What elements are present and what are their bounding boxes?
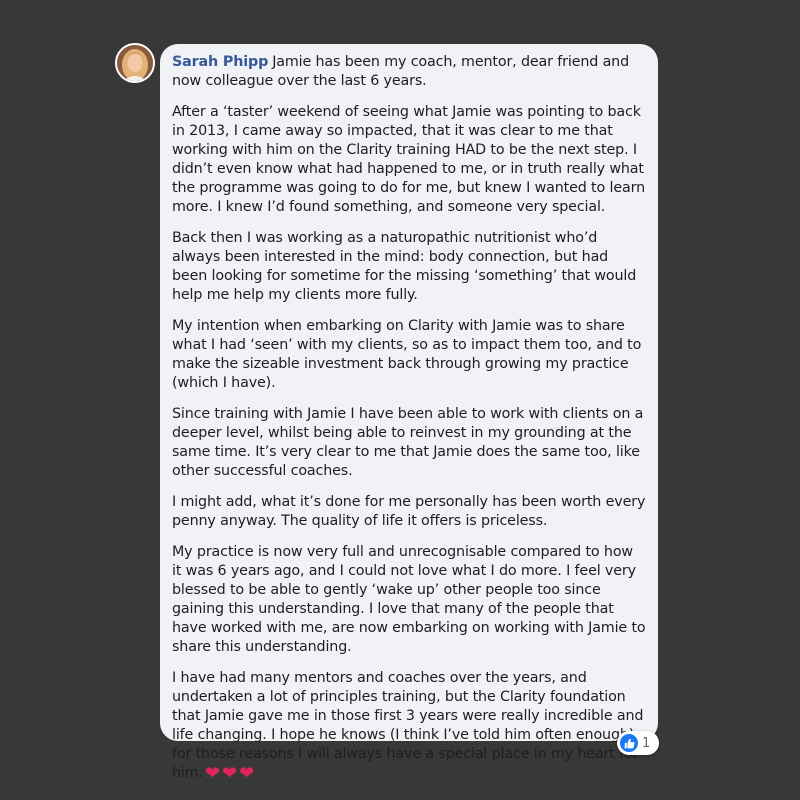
comment-paragraph: My practice is now very full and unrecog… xyxy=(172,544,646,655)
heart-emoji-icon: ❤❤❤ xyxy=(204,763,257,784)
comment-paragraph: After a ‘taster’ weekend of seeing what … xyxy=(172,104,645,215)
profile-photo-icon xyxy=(117,45,153,81)
thumbs-up-icon xyxy=(620,734,638,752)
comment-paragraph: Back then I was working as a naturopathi… xyxy=(172,230,637,303)
avatar[interactable] xyxy=(115,43,155,83)
comment-paragraph: My intention when embarking on Clarity w… xyxy=(172,318,642,391)
reaction-badge[interactable]: 1 xyxy=(617,731,659,755)
comment-intro: Sarah Phipp Jamie has been my coach, ment… xyxy=(172,53,646,91)
comment-last-paragraph: I have had many mentors and coaches over… xyxy=(172,669,646,783)
reaction-count: 1 xyxy=(642,735,651,751)
author-name[interactable]: Sarah Phipp xyxy=(172,54,268,70)
comment-paragraph: I might add, what it’s done for me perso… xyxy=(172,494,646,529)
comment-paragraph: Since training with Jamie I have been ab… xyxy=(172,406,644,479)
comment-bubble: Sarah Phipp Jamie has been my coach, ment… xyxy=(160,44,658,783)
comment-screen: Sarah Phipp Jamie has been my coach, ment… xyxy=(0,0,800,800)
